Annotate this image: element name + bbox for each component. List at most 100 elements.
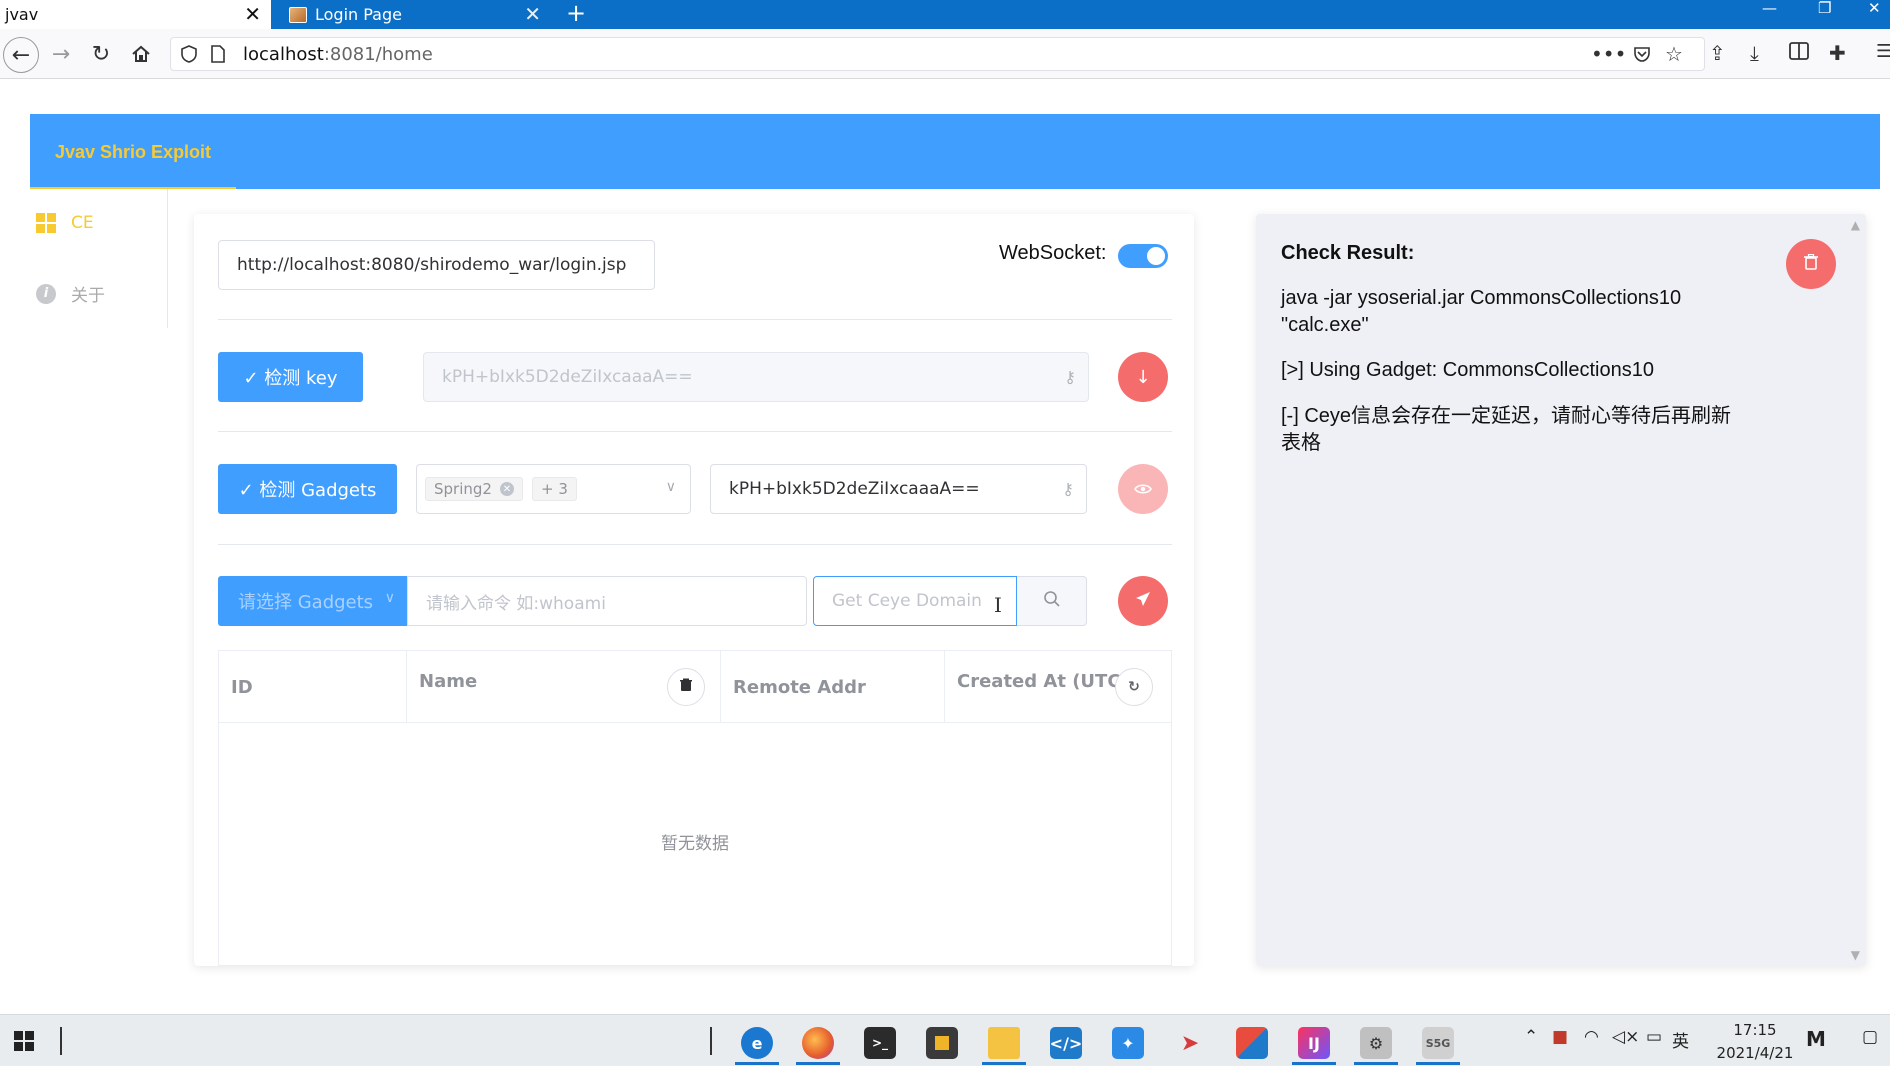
scroll-up-icon[interactable]: ▲	[1851, 218, 1860, 232]
command-input[interactable]: 请输入命令 如:whoami	[407, 576, 807, 626]
restore-icon[interactable]: ❐	[1818, 0, 1831, 29]
forward-icon[interactable]: →	[46, 39, 76, 69]
reload-icon[interactable]: ↻	[86, 39, 116, 69]
target-url-input[interactable]: http://localhost:8080/shirodemo_war/logi…	[218, 240, 655, 290]
tool-icon[interactable]: ✦	[1102, 1021, 1154, 1065]
column-header-id: ID	[219, 651, 407, 723]
burp-icon[interactable]: ⚙	[1350, 1021, 1402, 1065]
explorer-icon[interactable]	[978, 1021, 1030, 1065]
check-key-button[interactable]: ✓ 检测 key	[218, 352, 363, 402]
wifi-icon[interactable]: ◠	[1584, 1027, 1599, 1047]
check-gadgets-button[interactable]: ✓ 检测 Gadgets	[218, 464, 397, 514]
result-line: [>] Using Gadget: CommonsCollections10	[1281, 359, 1654, 381]
ime-indicator[interactable]: 英	[1672, 1027, 1689, 1052]
scroll-down-icon[interactable]: ▼	[1851, 948, 1860, 962]
clock-time: 17:15	[1733, 1021, 1777, 1039]
shield-icon[interactable]	[181, 45, 197, 68]
sidebar-item-ce[interactable]: CE	[36, 213, 94, 233]
view-button[interactable]	[1118, 464, 1168, 514]
text-cursor-icon: I	[994, 593, 1002, 617]
websocket-switch[interactable]	[1118, 244, 1168, 268]
sidebar-item-about[interactable]: i 关于	[36, 281, 105, 306]
close-tab-icon[interactable]: ✕	[244, 3, 261, 25]
terminal-icon[interactable]: >_	[854, 1021, 906, 1065]
battery-icon[interactable]: ▭	[1646, 1027, 1662, 1047]
tab-login-page[interactable]: Login Page ✕	[277, 0, 551, 29]
more-tags-badge: + 3	[532, 477, 577, 501]
new-tab-icon[interactable]: +	[566, 0, 586, 29]
edge-icon[interactable]: e	[731, 1021, 783, 1065]
notification-icon[interactable]: ▢	[1862, 1027, 1878, 1047]
bookmark-star-icon[interactable]: ☆	[1665, 42, 1683, 66]
websocket-label: WebSocket:	[999, 242, 1107, 264]
ceye-domain-input[interactable]: Get Ceye Domain	[813, 576, 1017, 626]
download-key-button[interactable]: ↓	[1118, 352, 1168, 402]
vscode-icon[interactable]: </>	[1040, 1021, 1092, 1065]
key-placeholder: kPH+bIxk5D2deZiIxcaaaA==	[442, 367, 693, 387]
task-view-icon[interactable]	[60, 1027, 62, 1055]
key-value-input[interactable]: kPH+bIxk5D2deZiIxcaaaA== ⚷	[710, 464, 1087, 514]
input-method-icon[interactable]: M	[1806, 1027, 1826, 1051]
windows-start-icon[interactable]	[14, 1031, 34, 1051]
column-label: ID	[231, 677, 253, 698]
switch-knob	[1147, 247, 1165, 265]
result-line: [-] Ceye信息会存在一定延迟，请耐心等待后再刷新表格	[1281, 405, 1732, 454]
back-icon[interactable]: ←	[3, 37, 39, 73]
send-button[interactable]	[1118, 576, 1168, 626]
browser-tab-bar: jvav ✕ Login Page ✕ + — ❐ ✕	[0, 0, 1890, 29]
firefox-icon[interactable]	[792, 1021, 844, 1065]
tab-title: jvav	[5, 5, 39, 24]
browser-toolbar: ← → ↻ localhost:8081/home ••• ☆ ⇪ ⤓ ✚ ☰	[0, 29, 1890, 79]
key-icon: ⚷	[1064, 367, 1076, 387]
page-actions-icon[interactable]: •••	[1591, 42, 1626, 66]
clear-result-button[interactable]	[1786, 239, 1836, 289]
volume-icon[interactable]: ◁×	[1612, 1027, 1639, 1047]
delete-records-button[interactable]	[667, 668, 705, 706]
paper-plane-icon[interactable]: ➤	[1164, 1021, 1216, 1065]
sublime-icon[interactable]	[916, 1021, 968, 1065]
result-title: Check Result:	[1281, 242, 1415, 264]
address-bar[interactable]: localhost:8081/home ••• ☆	[170, 37, 1705, 71]
app-header: Jvav Shrio Exploit	[30, 114, 1880, 189]
library-icon[interactable]: ⇪	[1709, 41, 1726, 65]
eye-icon	[1134, 479, 1152, 500]
close-window-icon[interactable]: ✕	[1868, 0, 1881, 29]
download-icon[interactable]: ⤓	[1750, 41, 1759, 65]
system-clock[interactable]: 17:15 2021/4/21	[1700, 1019, 1810, 1065]
site-favicon-icon	[289, 6, 307, 23]
tab-jvav[interactable]: jvav ✕	[0, 0, 271, 29]
gadget-tag: Spring2 ✕	[425, 477, 523, 501]
pocket-icon[interactable]	[1633, 45, 1651, 68]
divider	[218, 544, 1172, 545]
column-label: Created At (UTC)	[957, 671, 1129, 692]
command-placeholder: 请输入命令 如:whoami	[426, 593, 606, 614]
minimize-icon[interactable]: —	[1762, 0, 1777, 29]
column-header-name: Name	[407, 651, 721, 723]
app-icon[interactable]	[1226, 1021, 1278, 1065]
gadget-tag-label: Spring2	[434, 480, 492, 498]
tray-expand-icon[interactable]: ⌃	[1524, 1027, 1538, 1047]
intellij-icon[interactable]: IJ	[1288, 1021, 1340, 1065]
main-panel: http://localhost:8080/shirodemo_war/logi…	[194, 214, 1194, 966]
extensions-icon[interactable]: ✚	[1829, 41, 1846, 65]
tray-app-icon[interactable]: ■	[1552, 1027, 1568, 1047]
chevron-down-icon: ∨	[665, 479, 676, 495]
refresh-records-button[interactable]: ↻	[1115, 668, 1153, 706]
taskbar-separator	[710, 1027, 712, 1055]
tag-close-icon[interactable]: ✕	[499, 482, 514, 496]
ceye-search-button[interactable]	[1017, 576, 1087, 626]
app-title[interactable]: Jvav Shrio Exploit	[55, 142, 211, 163]
close-tab-icon[interactable]: ✕	[524, 3, 541, 25]
remote-desktop-icon[interactable]: S5G	[1412, 1021, 1464, 1065]
menu-icon[interactable]: ☰	[1876, 41, 1890, 62]
select-gadgets-dropdown[interactable]: 请选择 Gadgets ∨	[218, 576, 407, 626]
page-icon[interactable]	[211, 45, 225, 68]
column-header-created-at: Created At (UTC) ↻	[945, 651, 1172, 723]
column-label: Remote Addr	[733, 677, 866, 698]
home-icon[interactable]	[126, 39, 156, 69]
empty-table-text: 暂无数据	[661, 834, 729, 854]
gadgets-multiselect[interactable]: Spring2 ✕ + 3 ∨	[416, 464, 691, 514]
ceye-placeholder: Get Ceye Domain	[832, 591, 982, 611]
column-header-remote-addr: Remote Addr	[721, 651, 945, 723]
sidebar-icon[interactable]	[1789, 41, 1809, 65]
